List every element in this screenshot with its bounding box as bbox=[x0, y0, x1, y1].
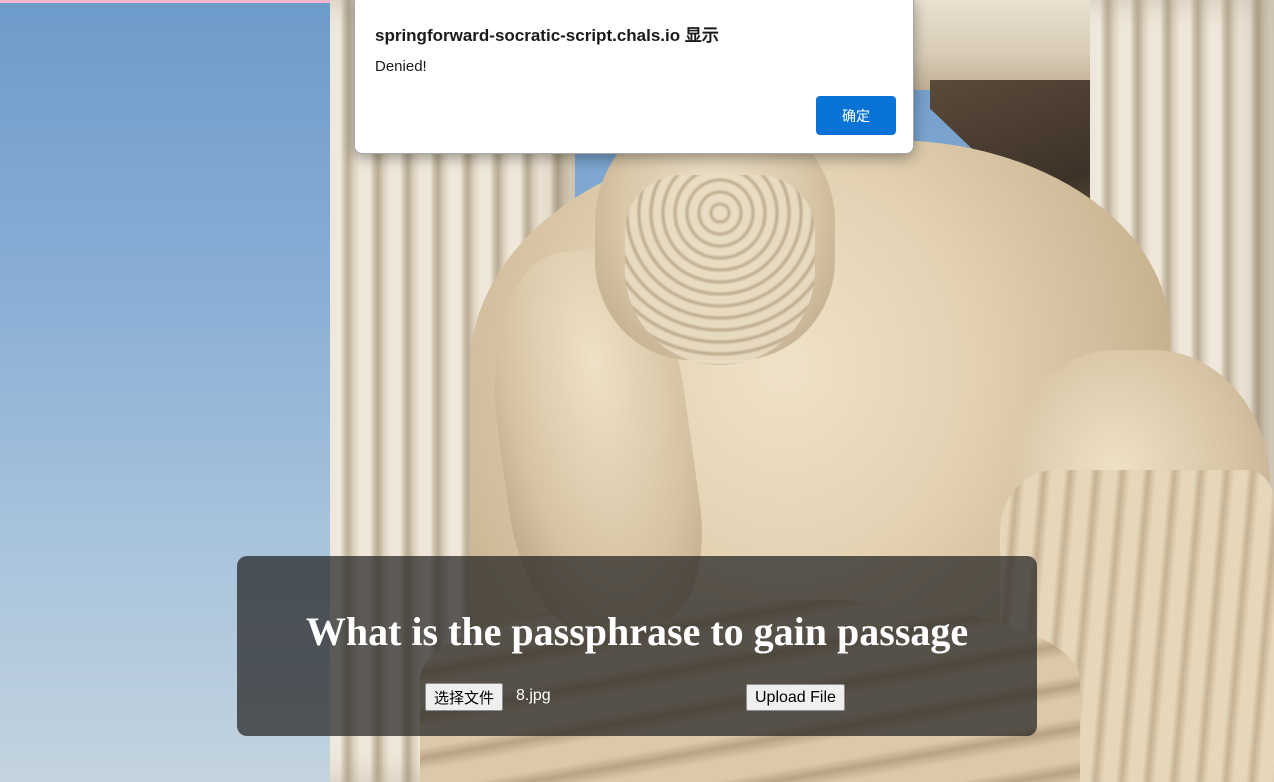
dialog-ok-button[interactable]: 确定 bbox=[816, 96, 896, 135]
alert-dialog: springforward-socratic-script.chals.io 显… bbox=[354, 0, 914, 154]
choose-file-button[interactable]: 选择文件 bbox=[425, 683, 504, 711]
statue-beard bbox=[625, 175, 815, 365]
dialog-title: springforward-socratic-script.chals.io 显… bbox=[375, 26, 719, 45]
dialog-message: Denied! bbox=[375, 58, 427, 75]
passphrase-panel: What is the passphrase to gain passage 选… bbox=[237, 556, 1037, 736]
page-background: What is the passphrase to gain passage 选… bbox=[0, 0, 1274, 782]
selected-file-name: 8.jpg bbox=[516, 687, 551, 704]
page-title: What is the passphrase to gain passage bbox=[305, 609, 969, 654]
upload-file-button[interactable]: Upload File bbox=[746, 684, 845, 711]
